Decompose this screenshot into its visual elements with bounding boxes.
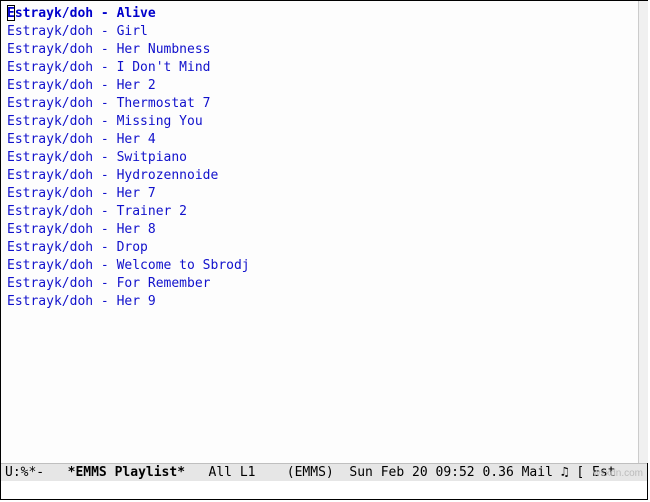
modeline-status: U:%*- [5, 464, 68, 481]
playlist-track[interactable]: Estrayk/doh - Her 8 [7, 221, 641, 239]
scrollbar[interactable] [638, 1, 648, 463]
playlist-track[interactable]: Estrayk/doh - Her 7 [7, 185, 641, 203]
playlist-track[interactable]: Estrayk/doh - Hydrozennoide [7, 167, 641, 185]
playlist-track[interactable]: Estrayk/doh - I Don't Mind [7, 59, 641, 77]
emacs-frame: Estrayk/doh - AliveEstrayk/doh - GirlEst… [0, 0, 648, 500]
modeline-mode: (EMMS) [279, 464, 342, 481]
modeline-buffer-name: *EMMS Playlist* [68, 464, 185, 481]
playlist-buffer[interactable]: Estrayk/doh - AliveEstrayk/doh - GirlEst… [1, 1, 647, 463]
playlist-track[interactable]: Estrayk/doh - For Remember [7, 275, 641, 293]
modeline-time: Sun Feb 20 09:52 [342, 464, 483, 481]
minibuffer[interactable] [1, 481, 647, 499]
playlist-track[interactable]: Estrayk/doh - Her Numbness [7, 41, 641, 59]
modeline-music-icon: ♫ [561, 464, 577, 481]
modeline-load: 0.36 [482, 464, 521, 481]
playlist-track[interactable]: Estrayk/doh - Drop [7, 239, 641, 257]
playlist-track[interactable]: Estrayk/doh - Thermostat 7 [7, 95, 641, 113]
playlist-track[interactable]: Estrayk/doh - Welcome to Sbrodj [7, 257, 641, 275]
playlist-track[interactable]: Estrayk/doh - Her 2 [7, 77, 641, 95]
playlist-track[interactable]: Estrayk/doh - Her 4 [7, 131, 641, 149]
mode-line[interactable]: U:%*- *EMMS Playlist* All L1 (EMMS) Sun … [1, 463, 647, 481]
playlist-track[interactable]: Estrayk/doh - Missing You [7, 113, 641, 131]
playlist-track[interactable]: Estrayk/doh - Alive [7, 5, 641, 23]
playlist-track[interactable]: Estrayk/doh - Her 9 [7, 293, 641, 311]
modeline-mail: Mail [522, 464, 561, 481]
modeline-position: All L1 [185, 464, 279, 481]
watermark: wsxdn.com [593, 468, 643, 479]
playlist-track[interactable]: Estrayk/doh - Trainer 2 [7, 203, 641, 221]
playlist-track[interactable]: Estrayk/doh - Switpiano [7, 149, 641, 167]
playlist-track[interactable]: Estrayk/doh - Girl [7, 23, 641, 41]
